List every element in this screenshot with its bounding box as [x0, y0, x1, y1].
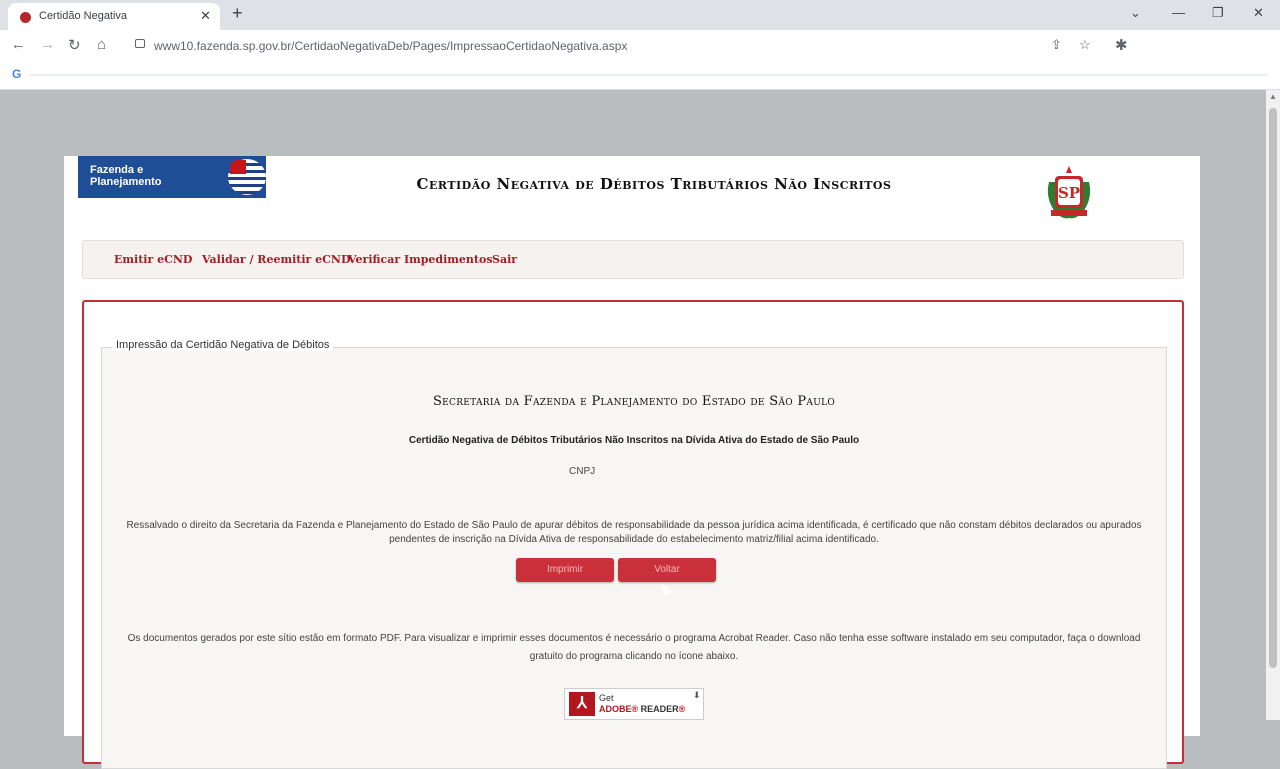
lock-icon — [135, 39, 145, 48]
reader-brand: ADOBE — [599, 704, 632, 714]
favicon-icon — [20, 12, 31, 23]
scroll-thumb[interactable] — [1269, 108, 1277, 668]
bookmarks-divider — [30, 74, 1268, 76]
pdf-notice: Os documentos gerados por este sítio est… — [127, 633, 1141, 662]
page-scrollbar[interactable]: ▲ — [1266, 90, 1280, 720]
sp-flag-canton — [230, 160, 246, 174]
secretaria-title: Secretaria da Fazenda e Planejamento do … — [432, 394, 836, 409]
certificate-text: Ressalvado o direito da Secretaria da Fa… — [126, 520, 1142, 545]
extensions-icon[interactable]: ✱ — [1115, 36, 1128, 54]
menu-validar-reemitir[interactable]: Validar / Reemitir eCND — [202, 253, 351, 266]
get-adobe-reader-button[interactable]: ⅄ Get ADOBE® READER® ⬇ — [564, 688, 704, 720]
minimize-icon[interactable]: — — [1172, 5, 1185, 20]
menu-sair[interactable]: Sair — [492, 253, 517, 266]
print-button[interactable]: Imprimir — [516, 558, 614, 582]
home-icon[interactable]: ⌂ — [97, 36, 106, 53]
tab-search-icon[interactable]: ⌄ — [1130, 5, 1141, 21]
certificate-panel: Impressão da Certidão Negativa de Débito… — [82, 300, 1184, 769]
star-icon[interactable]: ☆ — [1079, 37, 1091, 53]
reader-name-text: ADOBE® READER® — [599, 704, 686, 714]
share-icon[interactable]: ⇪ — [1051, 37, 1062, 53]
cnpj-label: CNPJ — [569, 466, 596, 477]
browser-tab[interactable]: Certidão Negativa ✕ — [8, 3, 220, 30]
google-icon[interactable]: G — [12, 67, 21, 81]
adobe-reader-icon: ⅄ — [569, 692, 595, 716]
fieldset-legend: Impressão da Certidão Negativa de Débito… — [112, 339, 334, 351]
menu-emitir-ecnd[interactable]: Emitir eCND — [114, 253, 192, 266]
reader-get-text: Get — [599, 693, 614, 703]
emblem-text: SP — [1058, 184, 1080, 202]
certidao-subtitle: Certidão Negativa de Débitos Tributários… — [408, 435, 860, 446]
bookmarks-bar: G — [0, 62, 1280, 90]
back-icon[interactable]: ← — [11, 36, 26, 53]
tab-bar: Certidão Negativa ✕ + ⌄ — ❐ ✕ — [0, 0, 1280, 30]
close-tab-icon[interactable]: ✕ — [200, 8, 211, 24]
page-container: Fazenda e Planejamento Certidão Negativa… — [64, 156, 1200, 769]
menu-verificar-impedimentos[interactable]: Verificar Impedimentos — [348, 253, 493, 266]
download-arrow-icon: ⬇ — [693, 690, 701, 700]
scroll-up-icon[interactable]: ▲ — [1269, 92, 1277, 101]
new-tab-icon[interactable]: + — [232, 3, 243, 24]
tab-title: Certidão Negativa — [39, 10, 128, 22]
forward-icon[interactable]: → — [40, 36, 55, 53]
url-text[interactable]: www10.fazenda.sp.gov.br/CertidaoNegativa… — [154, 39, 627, 53]
browser-toolbar: ← → ↻ ⌂ www10.fazenda.sp.gov.br/Certidao… — [0, 30, 1280, 62]
certificate-fieldset: Impressão da Certidão Negativa de Débito… — [101, 339, 1167, 769]
sp-coat-of-arms-icon: SP — [1047, 166, 1091, 219]
reader-product: READER — [640, 704, 679, 714]
back-button[interactable]: Voltar — [618, 558, 716, 582]
restore-icon[interactable]: ❐ — [1212, 5, 1224, 21]
close-window-icon[interactable]: ✕ — [1253, 5, 1264, 21]
main-menu: Emitir eCND Validar / Reemitir eCND Veri… — [82, 240, 1184, 279]
reload-icon[interactable]: ↻ — [68, 36, 81, 54]
address-bar[interactable]: www10.fazenda.sp.gov.br/CertidaoNegativa… — [125, 33, 1135, 59]
